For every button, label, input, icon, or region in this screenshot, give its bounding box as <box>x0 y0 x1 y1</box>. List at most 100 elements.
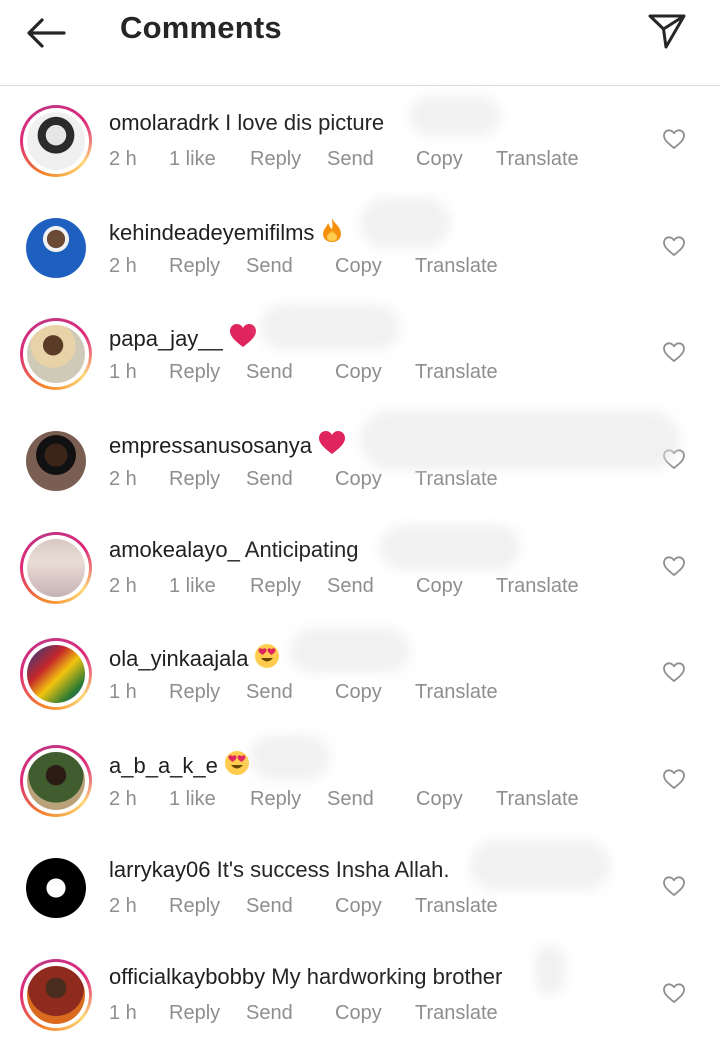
top-bar: Comments <box>0 0 720 86</box>
avatar-photo <box>27 538 85 597</box>
avatar[interactable] <box>20 745 92 818</box>
comment-username[interactable]: kehindeadeyemifilms <box>109 220 314 245</box>
send-button[interactable]: Send <box>327 148 374 171</box>
translate-button[interactable]: Translate <box>496 148 579 171</box>
comment-line: amokealayo_ Anticipating <box>109 537 359 563</box>
reply-button[interactable]: Reply <box>250 575 301 598</box>
avatar[interactable] <box>20 212 92 284</box>
send-button[interactable]: Send <box>246 1002 293 1025</box>
reply-button[interactable]: Reply <box>169 468 220 491</box>
heart-outline-icon <box>663 876 685 896</box>
reply-button[interactable]: Reply <box>169 361 220 384</box>
translate-button[interactable]: Translate <box>415 1002 498 1025</box>
heart-outline-icon <box>663 129 685 149</box>
likes-count-link[interactable]: 1 like <box>169 148 216 171</box>
comment-emoji <box>254 643 280 675</box>
copy-button[interactable]: Copy <box>335 681 382 704</box>
back-arrow-icon <box>27 18 66 48</box>
avatar[interactable] <box>20 425 92 497</box>
reply-button[interactable]: Reply <box>250 788 301 811</box>
like-comment-button[interactable] <box>662 875 686 897</box>
copy-button[interactable]: Copy <box>335 361 382 384</box>
send-button[interactable]: Send <box>246 255 293 278</box>
avatar[interactable] <box>20 531 92 604</box>
like-comment-button[interactable] <box>662 661 686 683</box>
comment-username[interactable]: empressanusosanya <box>109 433 312 458</box>
avatar-photo <box>27 325 85 384</box>
comment-username[interactable]: omolaradrk <box>109 110 219 135</box>
translate-button[interactable]: Translate <box>496 575 579 598</box>
comment-text: I love dis picture <box>225 110 385 135</box>
send-button[interactable]: Send <box>327 575 374 598</box>
translate-button[interactable]: Translate <box>415 255 498 278</box>
likes-count-link[interactable]: 1 like <box>169 575 216 598</box>
heart-eyes-emoji-icon <box>224 751 249 776</box>
translate-button[interactable]: Translate <box>415 361 498 384</box>
heart-outline-icon <box>663 342 685 363</box>
heart-outline-icon <box>663 236 685 256</box>
comment-row: a_b_a_k_e 2 h 1 like Reply Send Copy Translate <box>0 726 720 833</box>
translate-button[interactable]: Translate <box>496 788 579 811</box>
copy-button[interactable]: Copy <box>416 788 463 811</box>
comment-row: amokealayo_ Anticipating 2 h 1 like Reply Se… <box>0 513 720 620</box>
send-button[interactable]: Send <box>246 468 293 491</box>
like-comment-button[interactable] <box>662 448 686 470</box>
reply-button[interactable]: Reply <box>169 681 220 704</box>
translate-button[interactable]: Translate <box>415 468 498 491</box>
copy-button[interactable]: Copy <box>335 255 382 278</box>
copy-button[interactable]: Copy <box>335 895 382 918</box>
avatar-photo <box>26 857 86 918</box>
comment-time: 2 h <box>109 788 137 811</box>
comment-text: Anticipating <box>244 536 359 562</box>
translate-button[interactable]: Translate <box>415 681 498 704</box>
like-comment-button[interactable] <box>662 341 686 363</box>
avatar[interactable] <box>20 852 92 924</box>
like-comment-button[interactable] <box>662 768 686 790</box>
avatar[interactable] <box>20 105 92 177</box>
avatar[interactable] <box>20 958 92 1031</box>
red-heart-emoji-icon <box>319 431 346 455</box>
reply-button[interactable]: Reply <box>169 1002 220 1025</box>
like-comment-button[interactable] <box>662 555 686 577</box>
send-button[interactable]: Send <box>327 788 374 811</box>
like-comment-button[interactable] <box>662 235 686 257</box>
page-title: Comments <box>120 10 282 45</box>
translate-button[interactable]: Translate <box>415 895 498 918</box>
comment-line: officialkaybobby My hardworking brother <box>109 964 502 990</box>
comment-username[interactable]: ola_yinkaajala <box>109 646 248 671</box>
comment-time: 1 h <box>109 1001 137 1024</box>
comment-line: empressanusosanya <box>109 430 346 462</box>
avatar[interactable] <box>20 318 92 391</box>
reply-button[interactable]: Reply <box>250 148 301 171</box>
comment-time: 1 h <box>109 681 137 704</box>
heart-outline-icon <box>663 662 685 683</box>
reply-button[interactable]: Reply <box>169 255 220 278</box>
copy-button[interactable]: Copy <box>335 468 382 491</box>
like-comment-button[interactable] <box>662 128 686 150</box>
send-button[interactable]: Send <box>246 895 293 918</box>
share-button[interactable] <box>644 10 690 52</box>
comment-username[interactable]: larrykay06 <box>109 857 210 882</box>
comment-time: 2 h <box>109 254 137 277</box>
reply-button[interactable]: Reply <box>169 895 220 918</box>
comment-line: ola_yinkaajala <box>109 643 280 675</box>
send-button[interactable]: Send <box>246 681 293 704</box>
back-button[interactable] <box>22 12 72 54</box>
comment-time: 2 h <box>109 468 137 491</box>
send-button[interactable]: Send <box>246 361 293 384</box>
comment-emoji <box>229 323 257 355</box>
comment-username[interactable]: papa_jay__ <box>109 326 223 351</box>
comment-username[interactable]: a_b_a_k_e <box>109 753 218 778</box>
copy-button[interactable]: Copy <box>416 148 463 171</box>
avatar-photo <box>26 217 86 278</box>
comment-username[interactable]: amokealayo_ <box>109 537 240 562</box>
comment-username[interactable]: officialkaybobby <box>109 964 265 989</box>
like-comment-button[interactable] <box>662 982 686 1004</box>
comment-emoji <box>224 750 250 782</box>
comment-time: 1 h <box>109 361 137 384</box>
copy-button[interactable]: Copy <box>416 575 463 598</box>
copy-button[interactable]: Copy <box>335 1002 382 1025</box>
likes-count-link[interactable]: 1 like <box>169 788 216 811</box>
comment-emoji <box>318 430 346 462</box>
avatar[interactable] <box>20 638 92 711</box>
